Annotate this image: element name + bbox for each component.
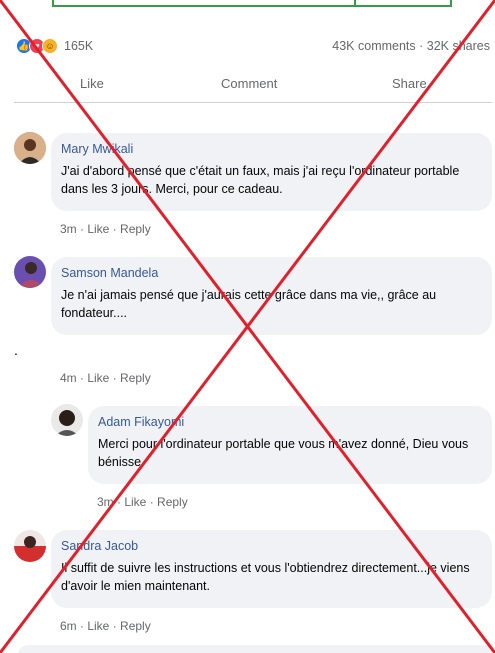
comment-meta: 3m · Like · Reply bbox=[97, 495, 188, 509]
comment-like-button[interactable]: Like bbox=[124, 495, 146, 509]
avatar[interactable] bbox=[51, 404, 83, 436]
reactions-summary[interactable]: 👍 ♥ ☺ 165K 43K comments · 32K shares bbox=[16, 36, 494, 56]
user-avatar-icon bbox=[14, 132, 46, 164]
comment-author[interactable]: Samson Mandela bbox=[61, 266, 482, 280]
comment-time[interactable]: 3m bbox=[97, 495, 114, 509]
comment-time[interactable]: 4m bbox=[60, 371, 77, 385]
comment-like-button[interactable]: Like bbox=[87, 619, 109, 633]
comment-reply-button[interactable]: Reply bbox=[157, 495, 188, 509]
post-attachment-frame bbox=[52, 0, 452, 7]
comment-author[interactable]: Sandra Jacob bbox=[61, 539, 482, 553]
care-reaction-icon: ☺ bbox=[42, 38, 58, 54]
comment-author[interactable]: Mary Mwikali bbox=[61, 142, 482, 156]
comment-reply-button[interactable]: Reply bbox=[120, 222, 151, 236]
comment-like-button[interactable]: Like bbox=[87, 222, 109, 236]
reaction-count[interactable]: 165K bbox=[64, 39, 93, 53]
comment-bubble: Sandra Jacob Il suffit de suivre les ins… bbox=[51, 530, 492, 608]
comment-text: J'ai d'abord pensé que c'était un faux, … bbox=[61, 164, 460, 196]
comment-reply-button[interactable]: Reply bbox=[120, 371, 151, 385]
share-button[interactable]: Share bbox=[392, 76, 427, 91]
comment-meta: 3m · Like · Reply bbox=[60, 222, 151, 236]
reply-bubble: Adam Fikayomi Merci pour l'ordinateur po… bbox=[88, 406, 492, 484]
comment-time[interactable]: 6m bbox=[60, 619, 77, 633]
comment-like-button[interactable]: Like bbox=[87, 371, 109, 385]
next-comment-bubble bbox=[18, 645, 492, 653]
comment-bubble: Mary Mwikali J'ai d'abord pensé que c'ét… bbox=[51, 133, 492, 211]
comment-reply-button[interactable]: Reply bbox=[120, 619, 151, 633]
post-actions: Like Comment Share bbox=[14, 70, 492, 98]
user-avatar-icon bbox=[51, 404, 83, 436]
attachment-divider bbox=[354, 0, 356, 5]
actions-divider bbox=[14, 102, 492, 103]
comment-meta: 4m · Like · Reply bbox=[60, 371, 151, 385]
comment-bubble: Samson Mandela Je n'ai jamais pensé que … bbox=[51, 257, 492, 335]
comment-text: Je n'ai jamais pensé que j'aurais cette … bbox=[61, 288, 437, 320]
avatar[interactable] bbox=[14, 530, 46, 562]
stray-mark: . bbox=[14, 342, 18, 358]
comment-author[interactable]: Adam Fikayomi bbox=[98, 415, 482, 429]
comment-text: Merci pour l'ordinateur portable que vou… bbox=[98, 437, 469, 469]
like-button[interactable]: Like bbox=[80, 76, 104, 91]
comment-button[interactable]: Comment bbox=[221, 76, 277, 91]
comment-text: Il suffit de suivre les instructions et … bbox=[61, 561, 470, 593]
avatar[interactable] bbox=[14, 132, 46, 164]
user-avatar-icon bbox=[14, 256, 46, 288]
comments-shares-count[interactable]: 43K comments · 32K shares bbox=[332, 39, 490, 53]
comment-meta: 6m · Like · Reply bbox=[60, 619, 151, 633]
avatar[interactable] bbox=[14, 256, 46, 288]
user-avatar-icon bbox=[14, 530, 46, 562]
comment-time[interactable]: 3m bbox=[60, 222, 77, 236]
